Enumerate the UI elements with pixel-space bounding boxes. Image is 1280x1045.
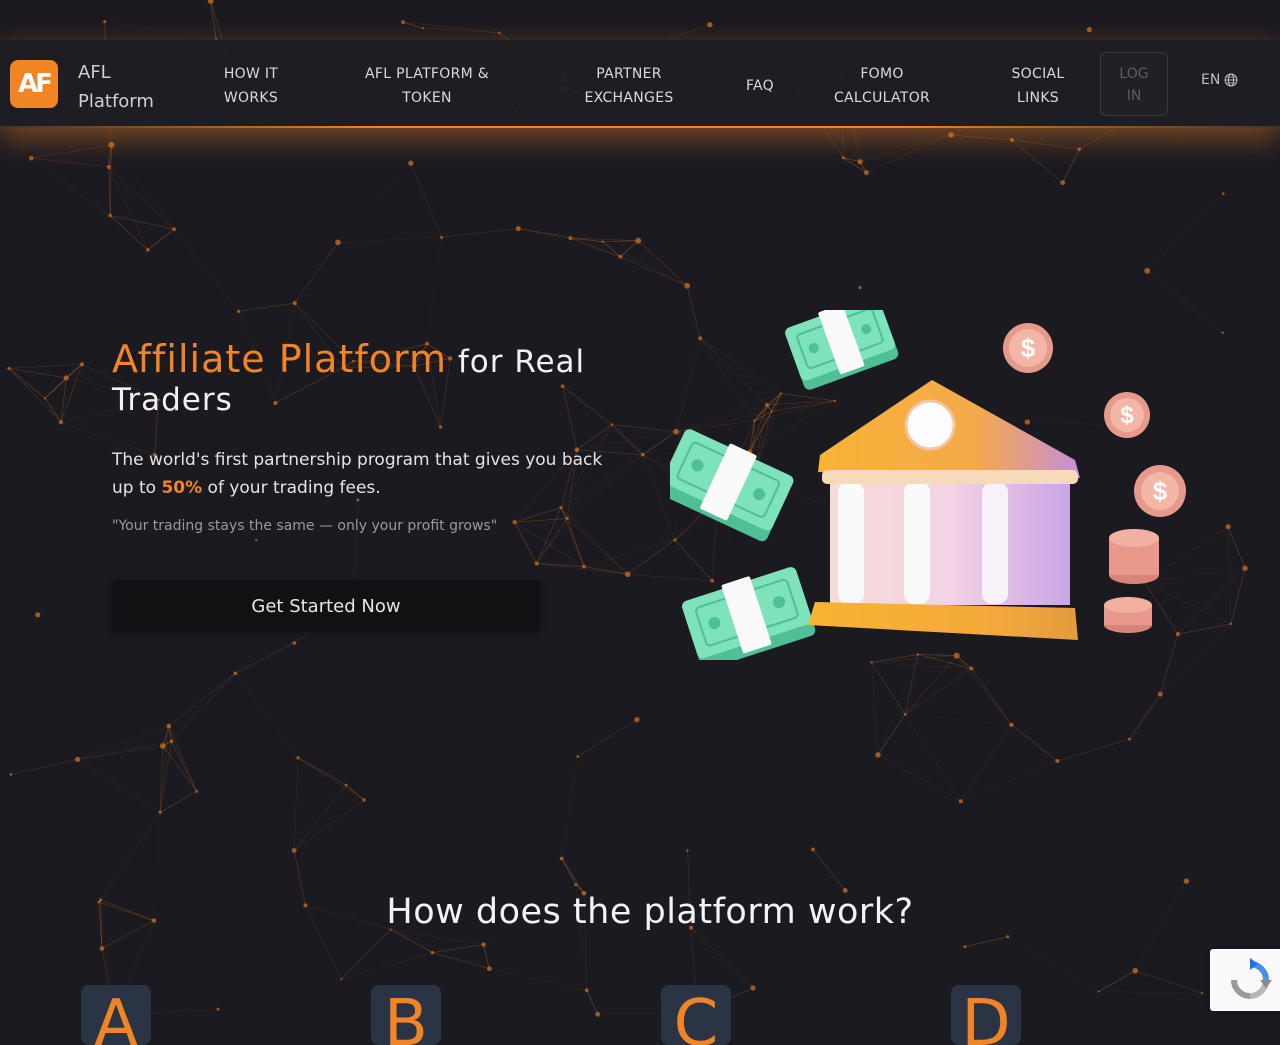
login-label-line2: IN bbox=[1126, 88, 1142, 104]
nav-how-it-works[interactable]: HOW IT WORKS bbox=[208, 62, 294, 110]
nav-label-line1: SOCIAL bbox=[1011, 66, 1065, 82]
language-code: EN bbox=[1201, 72, 1221, 88]
nav-label-line1: FAQ bbox=[745, 78, 775, 94]
cash-stack-middle bbox=[670, 429, 794, 542]
hero-quote: "Your trading stays the same — only your… bbox=[112, 518, 498, 534]
hero-title-accent: Affiliate Platform bbox=[112, 337, 447, 381]
globe-icon bbox=[1224, 73, 1238, 87]
step-card-c: C bbox=[661, 985, 731, 1045]
nav-label-line2: EXCHANGES bbox=[584, 90, 674, 106]
coin-symbol: $ bbox=[1153, 476, 1168, 506]
get-started-button[interactable]: Get Started Now bbox=[112, 580, 540, 632]
bank-building-icon bbox=[808, 380, 1080, 640]
cash-stack-top bbox=[785, 310, 899, 390]
coin-1: $ bbox=[1003, 323, 1053, 373]
coin-symbol: $ bbox=[1120, 402, 1134, 429]
brand-name[interactable]: AFL Platform bbox=[78, 58, 178, 116]
recaptcha-badge[interactable] bbox=[1210, 949, 1280, 1011]
coin-stack-upper bbox=[1109, 529, 1159, 584]
recaptcha-icon bbox=[1231, 958, 1272, 999]
nav-label-line2: CALCULATOR bbox=[833, 90, 931, 106]
cash-stack-bottom bbox=[682, 567, 816, 660]
coin-2: $ bbox=[1104, 392, 1150, 438]
nav-label-line2: LINKS bbox=[1017, 90, 1059, 106]
hero-subtitle: The world's first partnership program th… bbox=[112, 446, 612, 502]
bank-money-illustration: $ $ $ bbox=[670, 310, 1186, 660]
nav-label-line1: FOMO bbox=[860, 66, 904, 82]
nav-faq[interactable]: FAQ bbox=[735, 74, 785, 98]
hero-title: Affiliate Platform for Real Traders bbox=[112, 340, 632, 419]
nav-label-line1: PARTNER bbox=[596, 66, 662, 82]
step-card-a: A bbox=[81, 985, 151, 1045]
login-label-line1: LOG bbox=[1119, 66, 1149, 82]
nav-afl-platform-token[interactable]: AFL PLATFORM & TOKEN bbox=[352, 62, 502, 110]
login-button[interactable]: LOG IN bbox=[1100, 52, 1168, 116]
nav-fomo-calculator[interactable]: FOMO CALCULATOR bbox=[822, 62, 942, 110]
brand-name-line1: AFL bbox=[78, 62, 111, 83]
section-title-how-it-works: How does the platform work? bbox=[386, 892, 914, 932]
nav-social-links[interactable]: SOCIAL LINKS bbox=[998, 62, 1078, 110]
language-selector[interactable]: EN bbox=[1201, 72, 1238, 88]
brand-name-line2: Platform bbox=[78, 91, 154, 112]
coin-symbol: $ bbox=[1021, 333, 1036, 363]
nav-label-line1: HOW IT bbox=[223, 66, 279, 82]
nav-partner-exchanges[interactable]: PARTNER EXCHANGES bbox=[570, 62, 688, 110]
nav-label-line1: AFL PLATFORM & bbox=[365, 66, 489, 82]
step-card-d: D bbox=[951, 985, 1021, 1045]
hero-subtitle-highlight: 50% bbox=[161, 478, 203, 498]
step-card-b: B bbox=[371, 985, 441, 1045]
nav-label-line2: TOKEN bbox=[402, 90, 452, 106]
coin-stack-lower bbox=[1104, 597, 1152, 633]
top-navigation: AF AFL Platform HOW IT WORKS AFL PLATFOR… bbox=[0, 40, 1280, 128]
hero-subtitle-after: of your trading fees. bbox=[202, 478, 381, 498]
coin-3: $ bbox=[1134, 465, 1186, 517]
nav-label-line2: WORKS bbox=[223, 90, 279, 106]
brand-logo-icon[interactable]: AF bbox=[10, 60, 58, 108]
